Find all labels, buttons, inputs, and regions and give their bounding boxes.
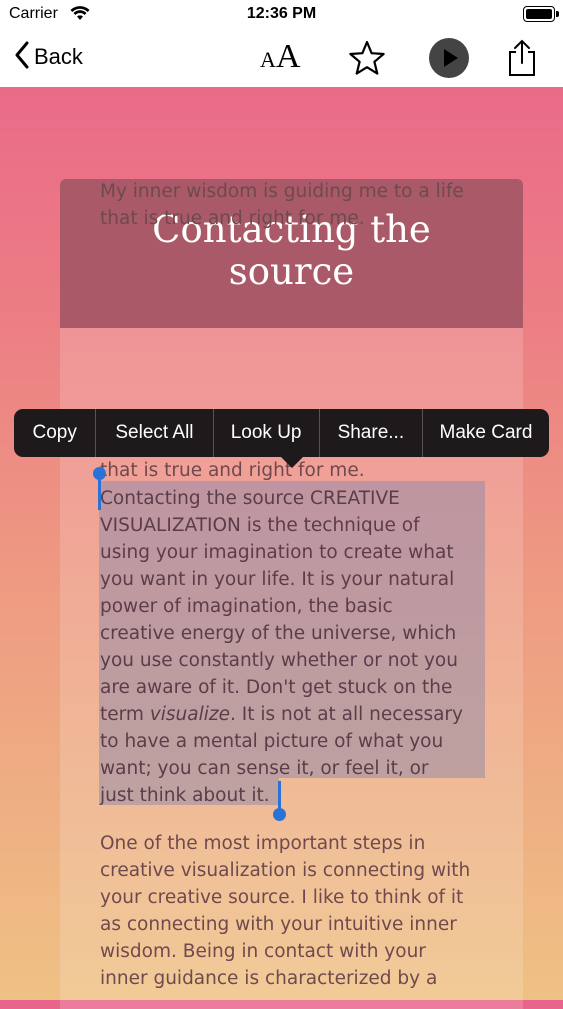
battery-icon [523,6,559,22]
clock: 12:36 PM [246,5,317,22]
text-line: power of imagination, the basic [100,596,393,617]
copy-button[interactable]: Copy [14,409,97,457]
text-line: using your imagination to create what [100,542,454,563]
font-size-icon-small: A [260,47,276,72]
selection-start-handle[interactable] [98,476,101,510]
share-button[interactable] [506,38,538,82]
text-line: just think about it. [100,785,270,806]
navigation-bar: Back AA [0,30,563,87]
text-line: inner guidance is characterized by a [100,968,438,989]
text-line: that is true and right for me. [100,208,365,229]
back-label: Back [34,44,83,69]
paragraph[interactable]: My inner wisdom is guiding me to a life … [100,178,500,232]
text-line: your creative source. I like to think of… [100,887,464,908]
selection-end-handle-knob[interactable] [273,808,286,821]
text-line: you use constantly whether or not you [100,650,458,671]
text-line: VISUALIZATION is the technique of [100,515,420,536]
selected-paragraph[interactable]: Contacting the source CREATIVE VISUALIZA… [100,485,500,809]
font-size-icon-large: A [275,38,301,75]
font-size-button[interactable]: AA [260,38,300,78]
edit-menu-pointer [281,457,303,468]
selection-start-handle-knob[interactable] [93,467,106,480]
favorite-button[interactable] [348,40,386,80]
text-line: wisdom. Being in contact with your [100,941,426,962]
play-icon [429,49,469,82]
text-line: term visualize. It is not at all necessa… [100,704,463,725]
make-card-button[interactable]: Make Card [423,409,549,457]
share-icon [506,39,538,82]
status-bar: Carrier 12:36 PM [0,0,563,30]
share-menu-button[interactable]: Share... [320,409,423,457]
select-all-button[interactable]: Select All [96,409,214,457]
text-line: One of the most important steps in [100,833,426,854]
edit-menu: Copy Select All Look Up Share... Make Ca… [14,409,549,457]
text-line: to have a mental picture of what you [100,731,444,752]
text-line: are aware of it. Don't get stuck on the [100,677,453,698]
text-line: creative energy of the universe, which [100,623,457,644]
text-line: you want in your life. It is your natura… [100,569,455,590]
star-icon [348,40,386,80]
back-button[interactable]: Back [14,40,83,74]
text-line: creative visualization is connecting wit… [100,860,471,881]
paragraph[interactable]: One of the most important steps in creat… [100,830,500,992]
chevron-left-icon [14,41,30,73]
text-line: as connecting with your intuitive inner [100,914,457,935]
look-up-button[interactable]: Look Up [214,409,320,457]
text-line: My inner wisdom is guiding me to a life [100,181,464,202]
text-line: Contacting the source CREATIVE [100,488,400,509]
play-button[interactable] [429,38,469,78]
emphasis-text: visualize [149,704,230,725]
text-line: want; you can sense it, or feel it, or [100,758,429,779]
article-title-line: source [228,250,355,293]
